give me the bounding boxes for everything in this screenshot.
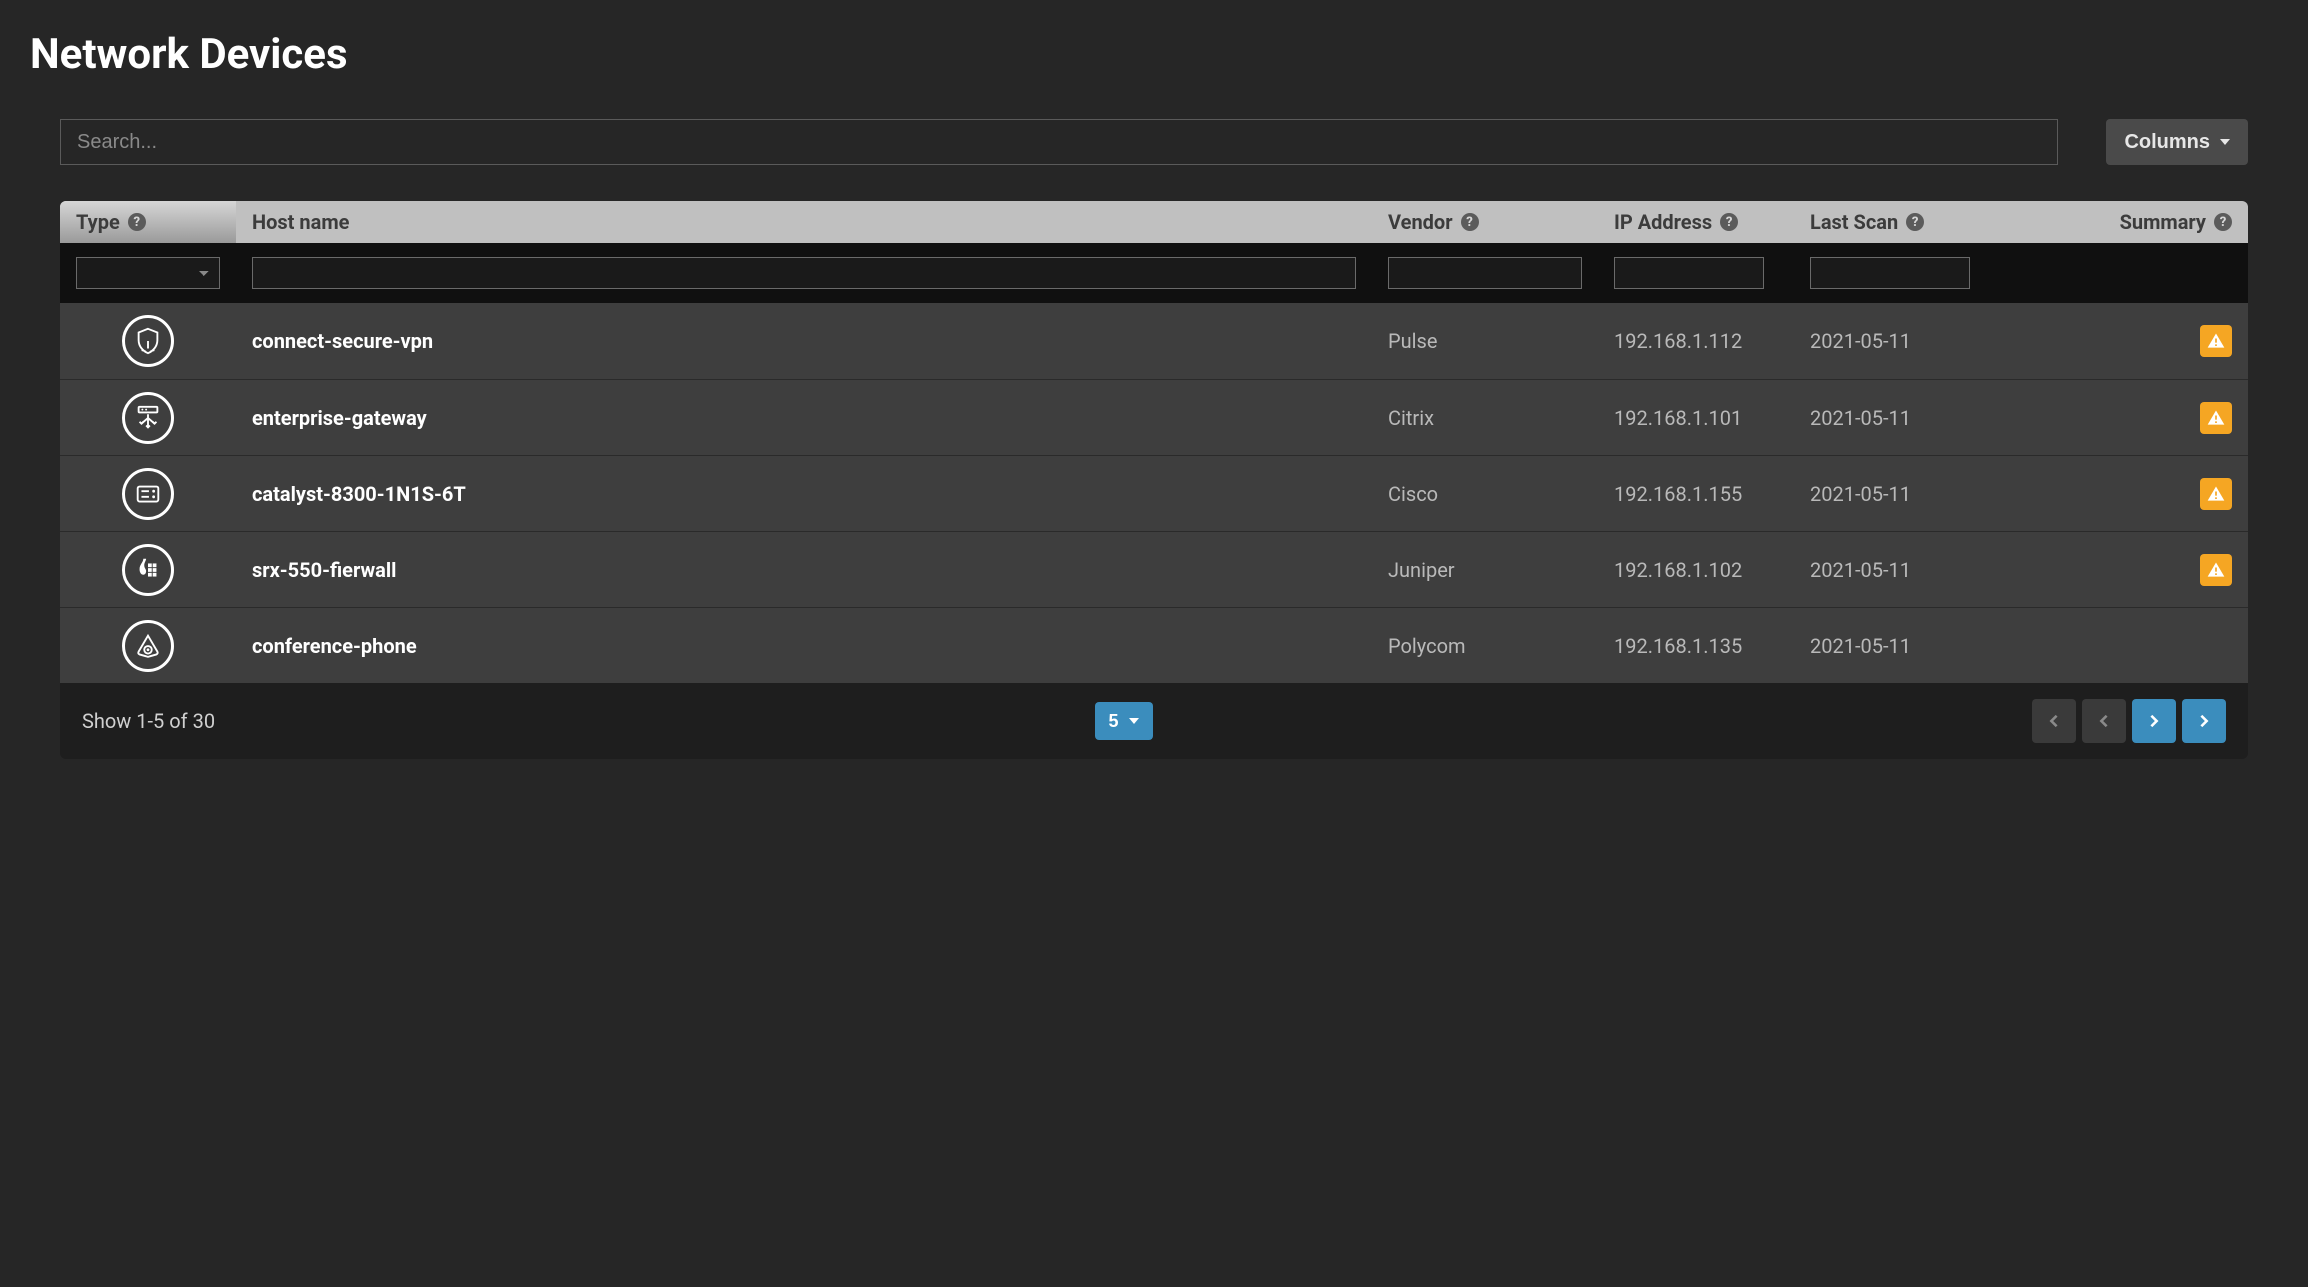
cell-hostname: enterprise-gateway bbox=[236, 406, 1372, 430]
cell-type bbox=[60, 620, 236, 672]
cell-type bbox=[60, 544, 236, 596]
table-row[interactable]: conference-phonePolycom192.168.1.1352021… bbox=[60, 607, 2248, 683]
prev-page-button[interactable] bbox=[2082, 699, 2126, 743]
switch-icon bbox=[122, 468, 174, 520]
cell-lastscan: 2021-05-11 bbox=[1794, 406, 2078, 430]
table-row[interactable]: connect-secure-vpnPulse192.168.1.1122021… bbox=[60, 303, 2248, 379]
cell-lastscan: 2021-05-11 bbox=[1794, 329, 2078, 353]
shield-icon bbox=[122, 315, 174, 367]
cell-lastscan: 2021-05-11 bbox=[1794, 558, 2078, 582]
showing-count: Show 1-5 of 30 bbox=[82, 709, 215, 733]
page-size-button[interactable]: 5 bbox=[1095, 702, 1153, 740]
gateway-icon bbox=[122, 392, 174, 444]
table-body: connect-secure-vpnPulse192.168.1.1122021… bbox=[60, 303, 2248, 683]
chevron-down-icon bbox=[1129, 718, 1139, 724]
table-row[interactable]: srx-550-fierwallJuniper192.168.1.1022021… bbox=[60, 531, 2248, 607]
cell-summary bbox=[2078, 325, 2248, 357]
cell-hostname: conference-phone bbox=[236, 634, 1372, 658]
cell-ip: 192.168.1.102 bbox=[1598, 558, 1794, 582]
cell-summary bbox=[2078, 402, 2248, 434]
cell-lastscan: 2021-05-11 bbox=[1794, 634, 2078, 658]
filter-row bbox=[60, 243, 2248, 303]
cell-summary bbox=[2078, 478, 2248, 510]
columns-button-label: Columns bbox=[2124, 131, 2210, 154]
cell-ip: 192.168.1.135 bbox=[1598, 634, 1794, 658]
cell-hostname: srx-550-fierwall bbox=[236, 558, 1372, 582]
next-page-button[interactable] bbox=[2132, 699, 2176, 743]
columns-button[interactable]: Columns bbox=[2106, 119, 2248, 165]
first-page-button[interactable] bbox=[2032, 699, 2076, 743]
cell-lastscan: 2021-05-11 bbox=[1794, 482, 2078, 506]
table-footer: Show 1-5 of 30 5 bbox=[60, 683, 2248, 759]
warning-icon[interactable] bbox=[2200, 554, 2232, 586]
filter-type-select[interactable] bbox=[76, 257, 220, 289]
cell-vendor: Citrix bbox=[1372, 406, 1598, 430]
help-icon[interactable]: ? bbox=[128, 213, 146, 231]
table-header-row: Type ? Host name Vendor ? IP Address ? L… bbox=[60, 201, 2248, 243]
filter-hostname-input[interactable] bbox=[252, 257, 1356, 289]
search-input[interactable] bbox=[60, 119, 2058, 165]
cell-summary bbox=[2078, 554, 2248, 586]
warning-icon[interactable] bbox=[2200, 325, 2232, 357]
warning-icon[interactable] bbox=[2200, 478, 2232, 510]
cell-type bbox=[60, 468, 236, 520]
column-header-ip[interactable]: IP Address ? bbox=[1598, 201, 1794, 243]
toolbar: Columns bbox=[30, 119, 2278, 165]
cell-ip: 192.168.1.101 bbox=[1598, 406, 1794, 430]
cell-hostname: connect-secure-vpn bbox=[236, 329, 1372, 353]
chevron-down-icon bbox=[2220, 139, 2230, 145]
cell-vendor: Pulse bbox=[1372, 329, 1598, 353]
cell-type bbox=[60, 392, 236, 444]
warning-icon[interactable] bbox=[2200, 402, 2232, 434]
filter-ip-input[interactable] bbox=[1614, 257, 1764, 289]
help-icon[interactable]: ? bbox=[2214, 213, 2232, 231]
table-row[interactable]: enterprise-gatewayCitrix192.168.1.101202… bbox=[60, 379, 2248, 455]
help-icon[interactable]: ? bbox=[1720, 213, 1738, 231]
chevron-left-icon bbox=[2047, 714, 2061, 728]
chevron-right-icon bbox=[2197, 714, 2211, 728]
page-root: Network Devices Columns Type ? Host name… bbox=[0, 0, 2308, 799]
firewall-icon bbox=[122, 544, 174, 596]
cell-vendor: Polycom bbox=[1372, 634, 1598, 658]
table-row[interactable]: catalyst-8300-1N1S-6TCisco192.168.1.1552… bbox=[60, 455, 2248, 531]
column-header-type[interactable]: Type ? bbox=[60, 201, 236, 243]
phone-icon bbox=[122, 620, 174, 672]
devices-table: Type ? Host name Vendor ? IP Address ? L… bbox=[60, 201, 2248, 683]
cell-vendor: Cisco bbox=[1372, 482, 1598, 506]
column-header-vendor[interactable]: Vendor ? bbox=[1372, 201, 1598, 243]
cell-hostname: catalyst-8300-1N1S-6T bbox=[236, 482, 1372, 506]
last-page-button[interactable] bbox=[2182, 699, 2226, 743]
help-icon[interactable]: ? bbox=[1461, 213, 1479, 231]
column-header-lastscan[interactable]: Last Scan ? bbox=[1794, 201, 2078, 243]
column-header-hostname[interactable]: Host name bbox=[236, 201, 1372, 243]
column-header-summary[interactable]: Summary ? bbox=[2078, 201, 2248, 243]
help-icon[interactable]: ? bbox=[1906, 213, 1924, 231]
page-size-value: 5 bbox=[1109, 711, 1119, 732]
chevron-left-icon bbox=[2097, 714, 2111, 728]
page-title: Network Devices bbox=[30, 30, 2278, 79]
cell-ip: 192.168.1.155 bbox=[1598, 482, 1794, 506]
cell-vendor: Juniper bbox=[1372, 558, 1598, 582]
filter-vendor-input[interactable] bbox=[1388, 257, 1582, 289]
cell-type bbox=[60, 315, 236, 367]
cell-ip: 192.168.1.112 bbox=[1598, 329, 1794, 353]
chevron-right-icon bbox=[2147, 714, 2161, 728]
pager bbox=[2032, 699, 2226, 743]
filter-lastscan-input[interactable] bbox=[1810, 257, 1970, 289]
